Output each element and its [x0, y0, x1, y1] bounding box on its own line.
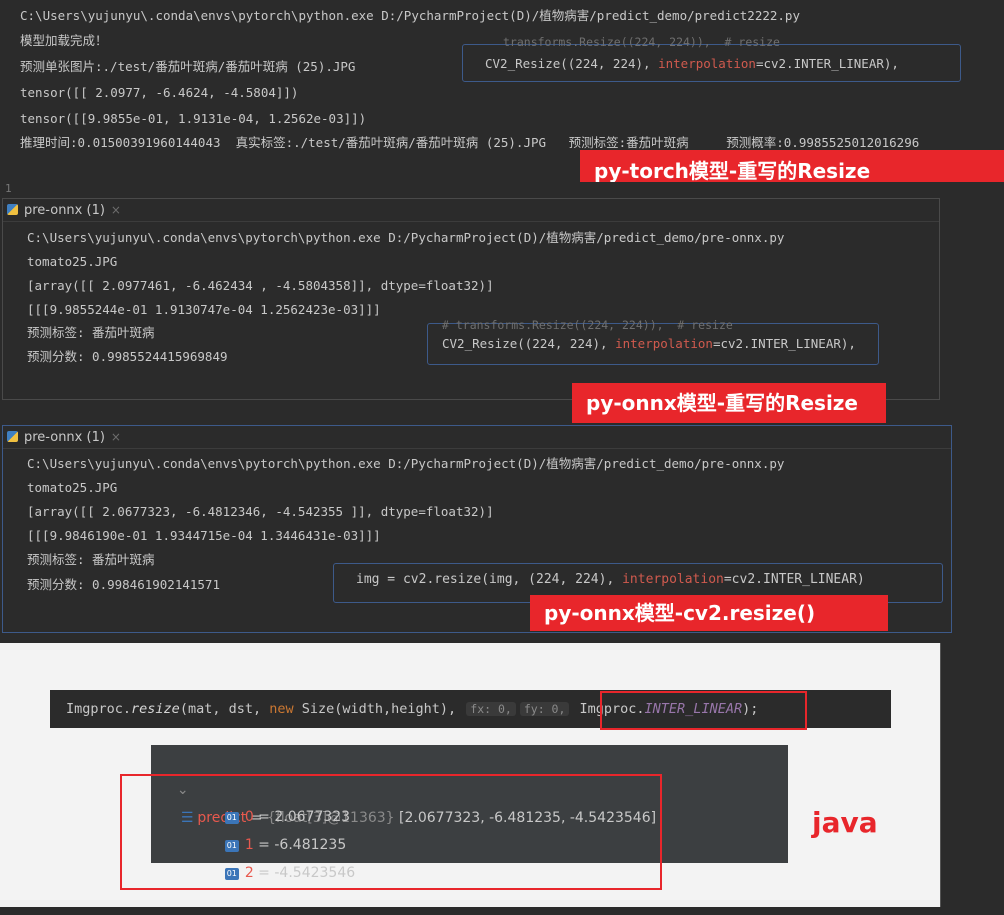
- console-line: tomato25.JPG: [27, 480, 118, 495]
- python-file-icon: [7, 431, 18, 442]
- param-hint-fx: fx: 0,: [466, 702, 516, 716]
- highlight-interpolation: [600, 691, 807, 730]
- gutter: 1: [0, 182, 1004, 198]
- console-line: [[[9.9855244e-01 1.9130747e-04 1.2562423…: [27, 302, 381, 317]
- tab-divider: [3, 221, 939, 222]
- code-line: CV2_Resize((224, 224), interpolation=cv2…: [485, 56, 899, 71]
- code-snippet-torch: transforms.Resize((224, 224)), # resize …: [462, 35, 961, 82]
- tab-pre-onnx[interactable]: pre-onnx (1) ×: [7, 199, 121, 221]
- close-icon[interactable]: ×: [111, 430, 121, 444]
- code-line: img = cv2.resize(img, (224, 224), interp…: [356, 572, 865, 587]
- console-line: [array([[ 2.0677323, -6.4812346, -4.5423…: [27, 504, 494, 519]
- tab-pre-onnx[interactable]: pre-onnx (1) ×: [7, 426, 121, 448]
- console-line: 模型加载完成！: [20, 33, 108, 48]
- console-line: tensor([[ 2.0977, -6.4624, -4.5804]]): [20, 85, 299, 100]
- console-line: 预测单张图片:./test/番茄叶斑病/番茄叶斑病 (25).JPG: [20, 59, 356, 74]
- gutter-number: 1: [5, 182, 12, 195]
- label-onnx-rewrite: py-onnx模型-重写的Resize: [572, 383, 886, 423]
- label-java: java: [812, 806, 878, 839]
- console-line: [array([[ 2.0977461, -6.462434 , -4.5804…: [27, 278, 494, 293]
- console-line: C:\Users\yujunyu\.conda\envs\pytorch\pyt…: [27, 456, 785, 471]
- param-hint-fy: fy: 0,: [519, 702, 570, 716]
- python-file-icon: [7, 204, 18, 215]
- console-panel-onnx-1: pre-onnx (1) × C:\Users\yujunyu\.conda\en…: [2, 198, 940, 400]
- side-panel: [940, 643, 1004, 907]
- console-line: 预测分数: 0.9985524415969849: [27, 349, 228, 364]
- console-line: C:\Users\yujunyu\.conda\envs\pytorch\pyt…: [20, 8, 800, 23]
- tab-divider: [3, 448, 951, 449]
- console-line: C:\Users\yujunyu\.conda\envs\pytorch\pyt…: [27, 230, 785, 245]
- code-comment: # transforms.Resize((224, 224)), # resiz…: [442, 318, 733, 332]
- tab-label: pre-onnx (1): [24, 203, 105, 218]
- console-line: tensor([[9.9855e-01, 1.9131e-04, 1.2562e…: [20, 111, 367, 126]
- highlight-debug-values: [120, 774, 662, 890]
- separator-strip: [0, 633, 1004, 643]
- close-icon[interactable]: ×: [111, 203, 121, 217]
- console-line: tomato25.JPG: [27, 254, 118, 269]
- console-line: [[[9.9846190e-01 1.9344715e-04 1.3446431…: [27, 528, 381, 543]
- debug-variable-predict[interactable]: ⌄ ☰ predict = {float[3]@11363} [2.0677323…: [159, 748, 656, 826]
- code-comment: transforms.Resize((224, 224)), # resize: [503, 35, 780, 49]
- tab-label: pre-onnx (1): [24, 430, 105, 445]
- console-output-onnx-1: C:\Users\yujunyu\.conda\envs\pytorch\pyt…: [27, 227, 937, 397]
- label-onnx-cv2: py-onnx模型-cv2.resize(): [530, 595, 888, 631]
- code-snippet-onnx-1: # transforms.Resize((224, 224)), # resiz…: [427, 318, 879, 365]
- console-line: 预测分数: 0.998461902141571: [27, 577, 220, 592]
- console-line: 预测标签: 番茄叶斑病: [27, 552, 155, 567]
- console-line: 预测标签: 番茄叶斑病: [27, 325, 155, 340]
- code-line: CV2_Resize((224, 224), interpolation=cv2…: [442, 336, 856, 351]
